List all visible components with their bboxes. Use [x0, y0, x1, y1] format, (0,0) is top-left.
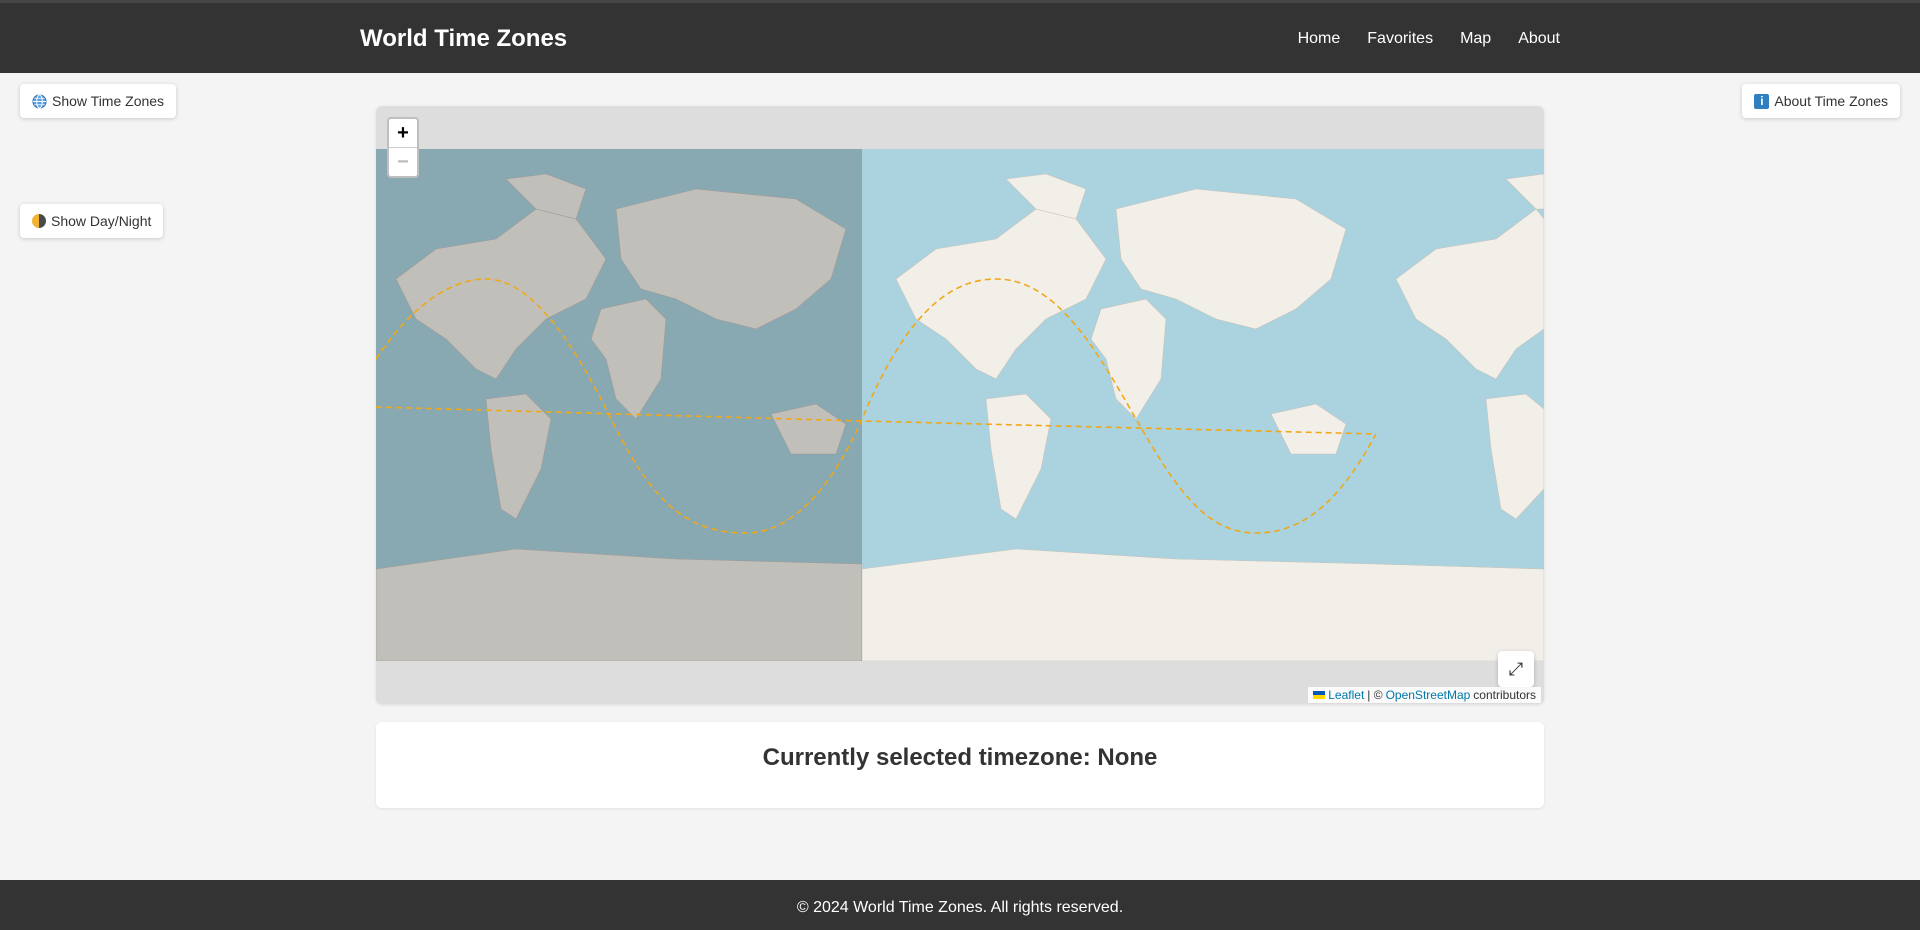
info-icon: i [1754, 93, 1770, 109]
map-tiles[interactable] [376, 149, 1544, 661]
attribution-separator: | © [1367, 688, 1383, 702]
site-footer: © 2024 World Time Zones. All rights rese… [0, 880, 1920, 930]
show-day-night-button[interactable]: Show Day/Night [20, 204, 164, 238]
night-overlay [376, 149, 862, 661]
site-title: World Time Zones [360, 25, 568, 52]
show-day-night-label: Show Day/Night [51, 213, 152, 229]
nav-home[interactable]: Home [1298, 30, 1341, 48]
fullscreen-button[interactable]: ⤢ [1498, 651, 1534, 687]
nav-map[interactable]: Map [1460, 30, 1491, 48]
zoom-in-button[interactable]: + [389, 119, 417, 148]
attribution-suffix: contributors [1473, 688, 1536, 702]
site-header: World Time Zones Home Favorites Map Abou… [0, 3, 1920, 73]
show-time-zones-label: Show Time Zones [52, 93, 165, 109]
about-time-zones-label: About Time Zones [1774, 93, 1888, 109]
map-attribution: Leaflet | © OpenStreetMap contributors [1308, 687, 1541, 703]
show-time-zones-button[interactable]: Show Time Zones [20, 84, 177, 118]
globe-icon [32, 93, 47, 109]
map-container[interactable]: + − ⤢ Leaflet | © OpenStreetMap contribu… [376, 106, 1544, 704]
selection-card: Currently selected timezone: None [376, 722, 1544, 808]
footer-text: © 2024 World Time Zones. All rights rese… [796, 899, 1124, 916]
nav-about[interactable]: About [1518, 30, 1560, 48]
world-map [376, 149, 1544, 661]
osm-link[interactable]: OpenStreetMap [1386, 688, 1471, 702]
nav-favorites[interactable]: Favorites [1367, 30, 1433, 48]
selected-timezone-text: Currently selected timezone: None [762, 744, 1158, 771]
about-time-zones-button[interactable]: i About Time Zones [1742, 84, 1900, 118]
half-moon-icon [32, 214, 46, 228]
leaflet-link[interactable]: Leaflet [1328, 688, 1364, 702]
zoom-out-button[interactable]: − [389, 148, 417, 176]
main-nav: Home Favorites Map About [1298, 30, 1560, 48]
zoom-control: + − [387, 117, 419, 178]
ukraine-flag-icon [1313, 691, 1326, 699]
